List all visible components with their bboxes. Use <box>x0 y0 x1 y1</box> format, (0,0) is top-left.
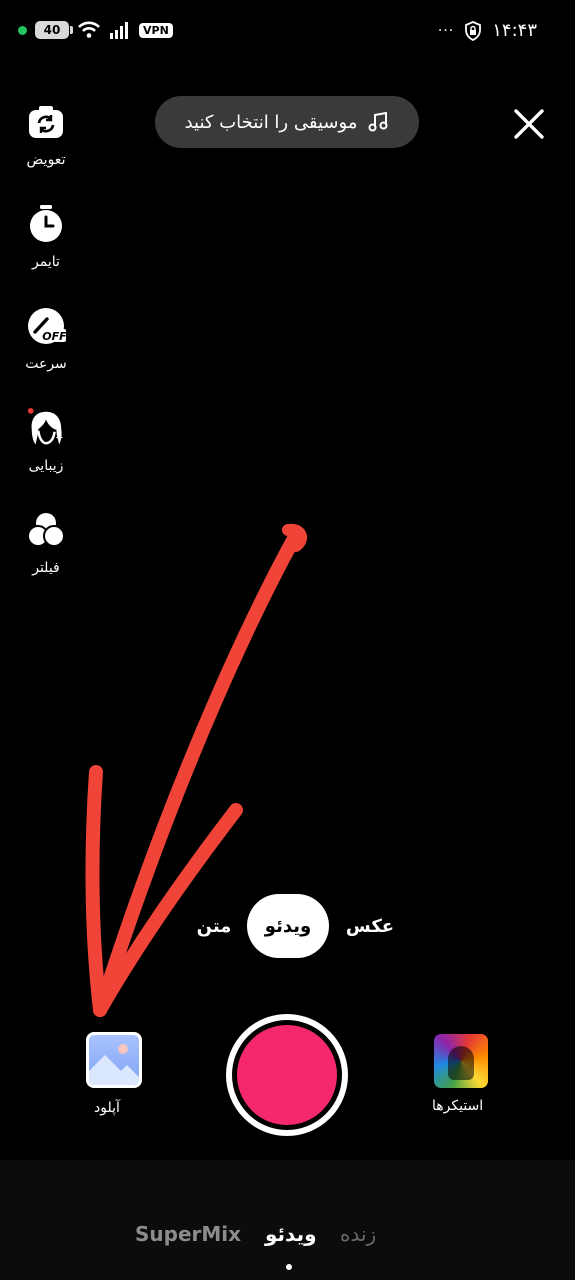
status-bar-left: 40 VPN <box>18 18 173 42</box>
close-icon[interactable] <box>513 108 545 140</box>
upload-label: آپلود <box>94 1100 120 1116</box>
record-button[interactable] <box>226 1014 348 1136</box>
stickers-label: استیکرها <box>432 1098 484 1114</box>
record-button-inner <box>237 1025 337 1125</box>
tool-label: زیبایی <box>28 458 64 474</box>
more-notifications-indicator: ··· <box>437 22 455 39</box>
select-music-button[interactable]: موسیقی را انتخاب کنید <box>155 96 419 148</box>
tab-live[interactable]: زنده <box>340 1222 376 1246</box>
tool-label: سرعت <box>25 356 67 372</box>
tool-flip-camera[interactable]: تعویض <box>18 102 74 168</box>
active-tab-indicator <box>286 1264 292 1270</box>
music-note-icon <box>368 111 388 132</box>
filter-icon <box>26 510 66 550</box>
status-bar-right: ··· ۱۴:۴۳ <box>438 20 537 41</box>
image-gallery-icon <box>89 1035 139 1085</box>
timer-icon <box>26 204 66 244</box>
status-time: ۱۴:۴۳ <box>492 20 537 41</box>
battery-indicator: 40 <box>35 21 73 39</box>
tool-label: تعویض <box>26 152 66 168</box>
camera-indicator-icon <box>18 25 27 35</box>
beauty-icon <box>26 408 66 448</box>
tool-label: فیلتر <box>32 560 60 576</box>
vpn-badge: VPN <box>139 22 173 38</box>
mode-video[interactable]: ویدئو <box>247 894 329 958</box>
stickers-button[interactable] <box>434 1034 488 1088</box>
bottom-tab-bar <box>0 1160 575 1280</box>
select-music-label: موسیقی را انتخاب کنید <box>184 111 358 133</box>
tab-supermix[interactable]: SuperMix <box>135 1222 241 1246</box>
wifi-icon <box>78 21 100 38</box>
mode-text[interactable]: متن <box>196 894 232 958</box>
speed-icon: OFF <box>26 306 66 346</box>
mode-photo[interactable]: عکس <box>346 894 394 958</box>
tool-filter[interactable]: فیلتر <box>18 510 74 576</box>
tool-beauty[interactable]: زیبایی <box>18 408 74 474</box>
tool-timer[interactable]: تایمر <box>18 204 74 270</box>
shield-lock-icon <box>465 20 482 41</box>
tool-label: تایمر <box>32 254 60 270</box>
flip-camera-icon <box>26 102 66 142</box>
capture-mode-switch: عکس ویدئو متن <box>0 894 575 958</box>
tool-speed[interactable]: OFF سرعت <box>18 306 74 372</box>
speed-off-badge: OFF <box>42 330 66 343</box>
tab-video[interactable]: ویدئو <box>265 1222 317 1246</box>
upload-button[interactable] <box>86 1032 142 1088</box>
signal-icon <box>110 22 128 39</box>
